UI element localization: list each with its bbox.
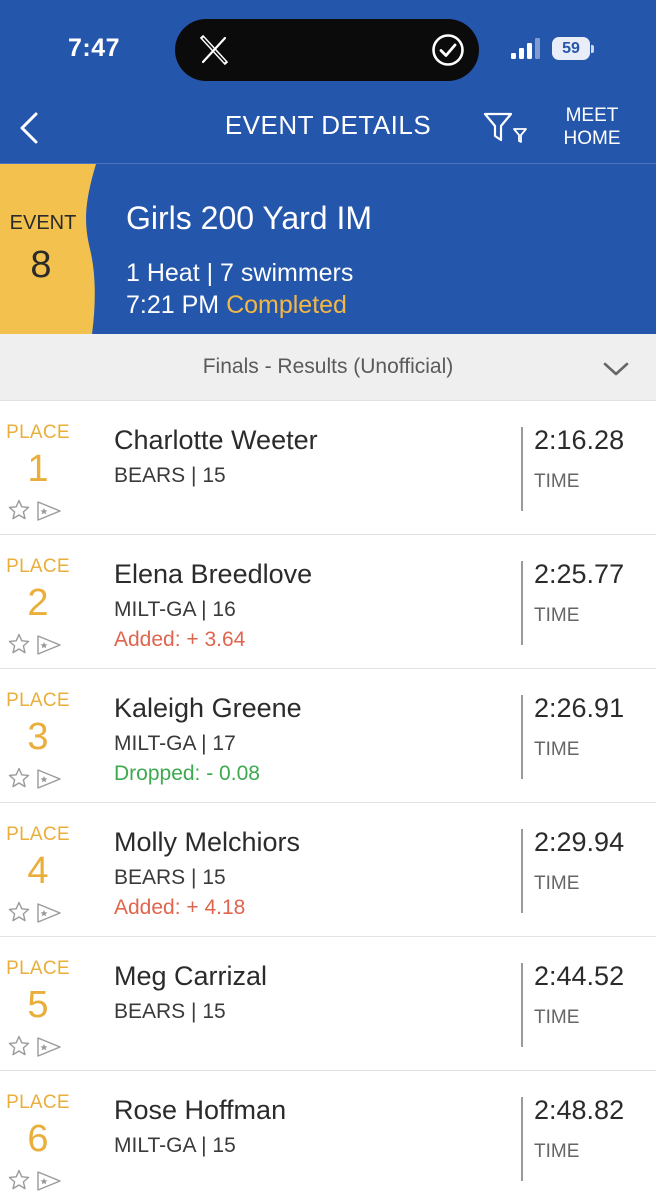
- flag-icon[interactable]: [36, 903, 62, 923]
- event-banner: EVENT 8 Girls 200 Yard IM 1 Heat | 7 swi…: [0, 164, 656, 334]
- time-label: TIME: [534, 739, 580, 760]
- cellular-signal-icon: [511, 38, 540, 59]
- swimmer-name: Elena Breedlove: [114, 559, 313, 589]
- result-row[interactable]: PLACE 1 Charlotte Weeter BEARS | 15 2:16…: [0, 401, 656, 535]
- divider: [521, 561, 523, 645]
- results-type-label: Finals - Results (Unofficial): [202, 355, 454, 378]
- star-icon[interactable]: [8, 499, 30, 521]
- place-label: PLACE: [6, 824, 70, 845]
- time-delta: Added: + 4.18: [114, 896, 246, 919]
- star-icon[interactable]: [8, 901, 30, 923]
- event-time: 7:21 PM: [126, 291, 220, 319]
- swimmer-team-age: MILT-GA | 15: [114, 1134, 236, 1157]
- flag-icon[interactable]: [36, 501, 62, 521]
- battery-level: 59: [562, 40, 580, 57]
- divider: [521, 963, 523, 1047]
- place-label: PLACE: [6, 1092, 70, 1113]
- event-number: 8: [30, 244, 52, 286]
- star-icon[interactable]: [8, 1169, 30, 1191]
- place-number: 5: [27, 984, 49, 1026]
- swim-time: 2:48.82: [534, 1095, 625, 1125]
- star-icon[interactable]: [8, 1035, 30, 1057]
- event-summary: 1 Heat | 7 swimmers: [126, 259, 354, 287]
- star-icon[interactable]: [8, 767, 30, 789]
- meet-home-label-line1: MEET: [565, 105, 619, 126]
- app-header: 7:47 59 EVENT DETAILS MEET HOME: [0, 0, 656, 164]
- flag-icon[interactable]: [36, 1037, 62, 1057]
- meet-home-button[interactable]: MEET HOME: [556, 104, 628, 150]
- time-label: TIME: [534, 873, 580, 894]
- event-status-badge: Completed: [226, 291, 347, 319]
- filter-icon[interactable]: [483, 110, 529, 144]
- time-label: TIME: [534, 471, 580, 492]
- event-title: Girls 200 Yard IM: [126, 200, 373, 236]
- meet-home-label-line2: HOME: [563, 128, 621, 149]
- event-status-line: 7:21 PM Completed: [126, 291, 347, 320]
- swim-time: 2:26.91: [534, 693, 625, 723]
- result-row[interactable]: PLACE 5 Meg Carrizal BEARS | 15 2:44.52 …: [0, 937, 656, 1071]
- chevron-down-icon: [603, 362, 629, 376]
- divider: [521, 1097, 523, 1181]
- swim-time: 2:25.77: [534, 559, 625, 589]
- page-title: EVENT DETAILS: [224, 110, 432, 140]
- result-row[interactable]: PLACE 6 Rose Hoffman MILT-GA | 15 2:48.8…: [0, 1071, 656, 1200]
- place-number: 3: [27, 716, 49, 758]
- result-row[interactable]: PLACE 3 Kaleigh Greene MILT-GA | 17 Drop…: [0, 669, 656, 803]
- place-label: PLACE: [6, 556, 70, 577]
- swimmer-team-age: MILT-GA | 17: [114, 732, 236, 755]
- swimmer-team-age: BEARS | 15: [114, 1000, 226, 1023]
- swimmer-name: Rose Hoffman: [114, 1095, 287, 1125]
- flag-icon[interactable]: [36, 1171, 62, 1191]
- divider: [521, 695, 523, 779]
- result-row[interactable]: PLACE 2 Elena Breedlove MILT-GA | 16 Add…: [0, 535, 656, 669]
- swim-time: 2:16.28: [534, 425, 625, 455]
- swimmer-team-age: BEARS | 15: [114, 464, 226, 487]
- divider: [521, 427, 523, 511]
- time-delta: Added: + 3.64: [114, 628, 246, 651]
- status-bar-time: 7:47: [68, 34, 121, 62]
- swimmer-team-age: BEARS | 15: [114, 866, 226, 889]
- place-number: 4: [27, 850, 49, 892]
- x-logo-icon: [199, 34, 229, 66]
- event-label: EVENT: [9, 212, 77, 234]
- swimmer-name: Charlotte Weeter: [114, 425, 318, 455]
- swim-time: 2:29.94: [534, 827, 625, 857]
- battery-indicator: 59: [552, 37, 594, 61]
- time-label: TIME: [534, 1007, 580, 1028]
- swimmer-name: Kaleigh Greene: [114, 693, 302, 723]
- swimmer-team-age: MILT-GA | 16: [114, 598, 236, 621]
- swim-time: 2:44.52: [534, 961, 625, 991]
- results-type-dropdown[interactable]: Finals - Results (Unofficial): [0, 334, 656, 401]
- dynamic-island[interactable]: [175, 19, 479, 81]
- swimmer-name: Molly Melchiors: [114, 827, 301, 857]
- result-row[interactable]: PLACE 4 Molly Melchiors BEARS | 15 Added…: [0, 803, 656, 937]
- star-icon[interactable]: [8, 633, 30, 655]
- time-label: TIME: [534, 1141, 580, 1162]
- time-delta: Dropped: - 0.08: [114, 762, 260, 785]
- place-label: PLACE: [6, 422, 70, 443]
- swimmer-name: Meg Carrizal: [114, 961, 268, 991]
- place-number: 2: [27, 582, 49, 624]
- flag-icon[interactable]: [36, 769, 62, 789]
- divider: [521, 829, 523, 913]
- time-label: TIME: [534, 605, 580, 626]
- place-label: PLACE: [6, 958, 70, 979]
- place-number: 6: [27, 1118, 49, 1160]
- place-label: PLACE: [6, 690, 70, 711]
- place-number: 1: [27, 448, 49, 490]
- check-circle-icon: [432, 34, 464, 66]
- flag-icon[interactable]: [36, 635, 62, 655]
